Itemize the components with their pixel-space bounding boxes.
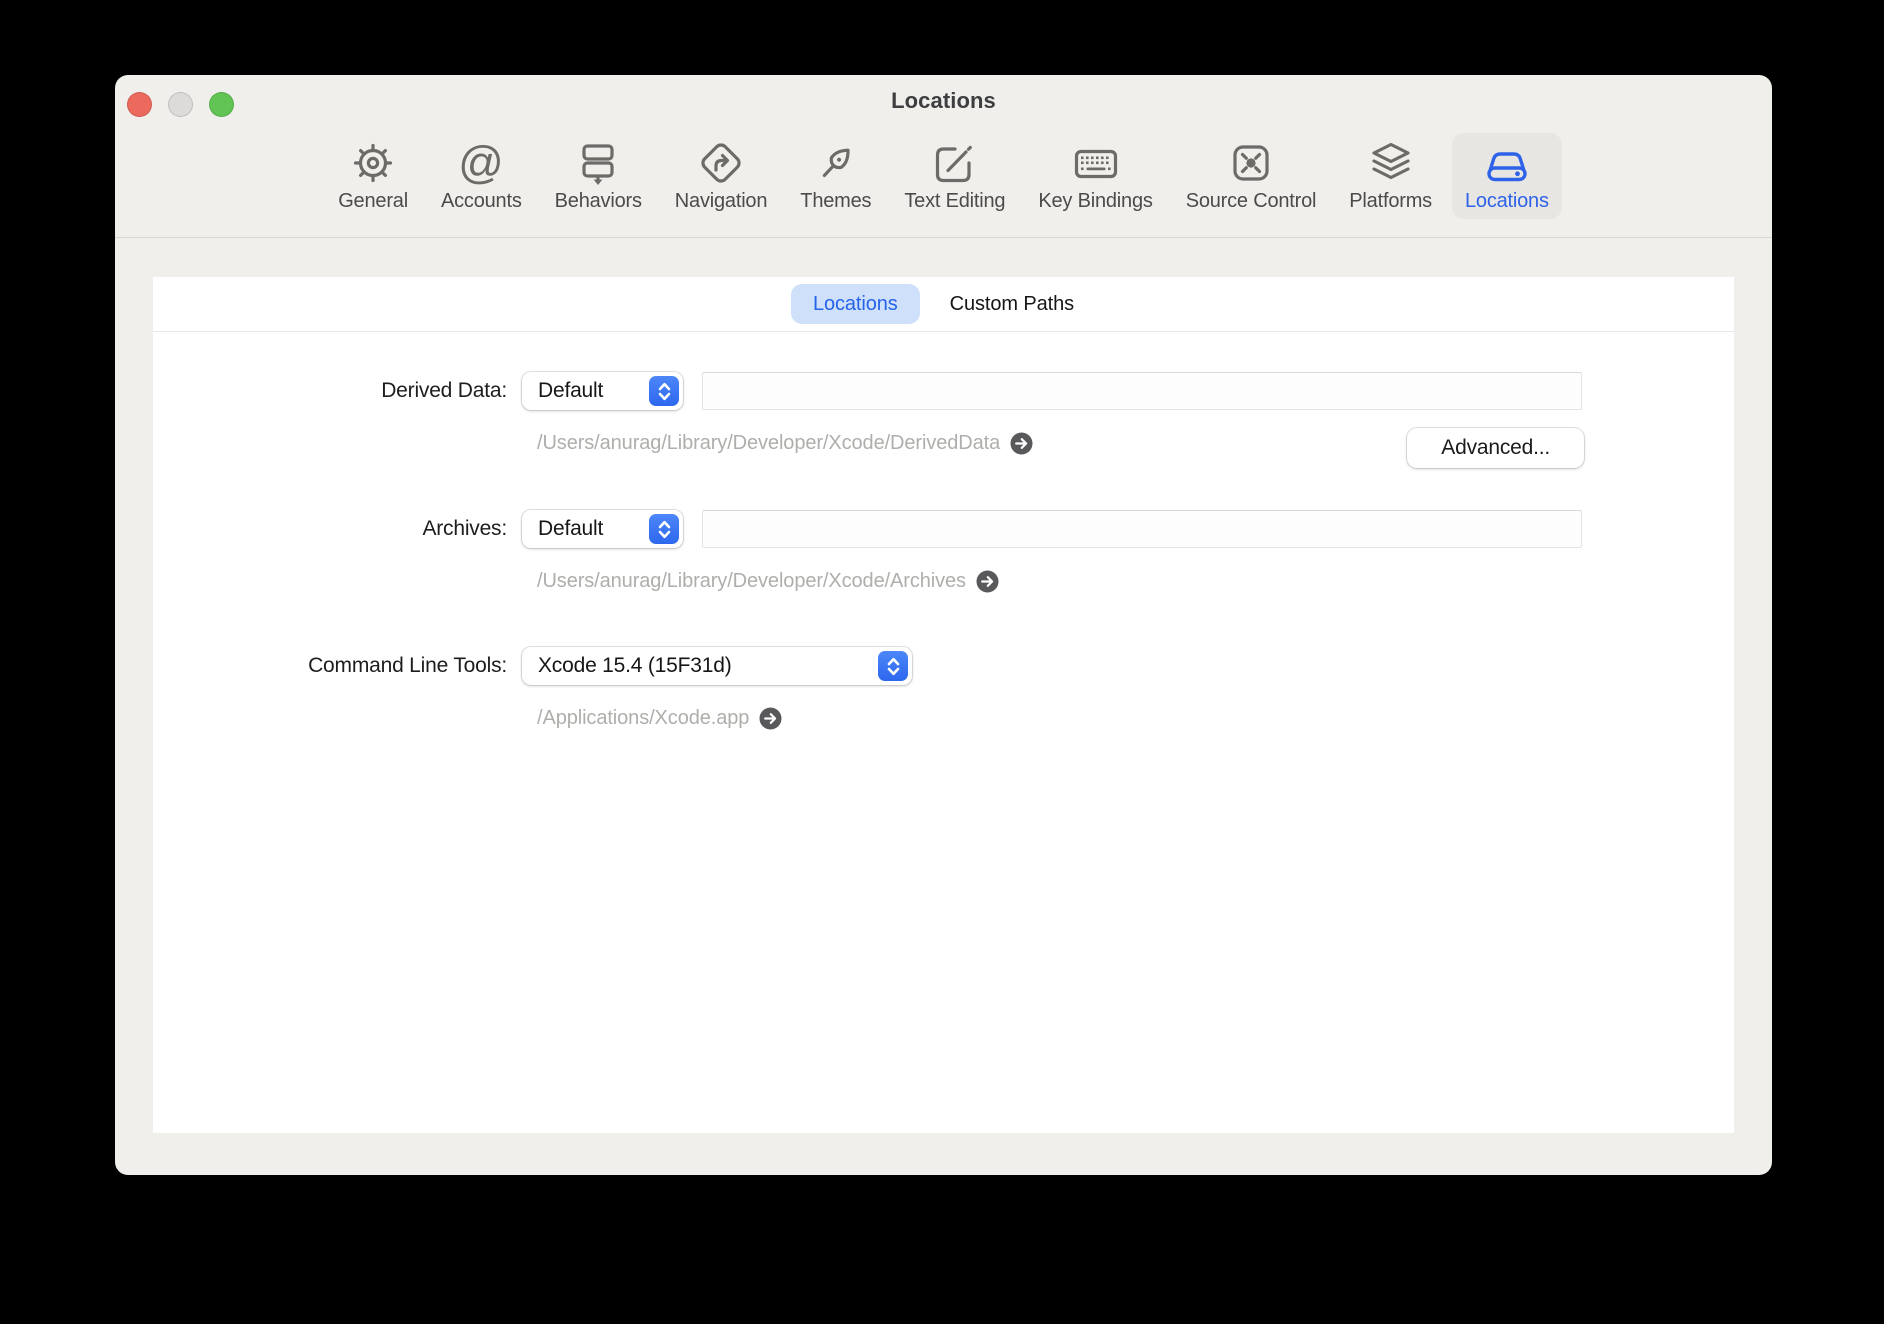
tab-label: Themes: [800, 189, 871, 213]
tab-label: General: [338, 189, 408, 213]
internal-drive-icon: [1483, 139, 1531, 187]
stacked-boxes-arrow-icon: [574, 139, 622, 187]
archives-popup[interactable]: Default: [522, 510, 683, 548]
tab-label: Text Editing: [904, 189, 1005, 213]
tab-label: Accounts: [441, 189, 522, 213]
segment-custom-paths[interactable]: Custom Paths: [928, 284, 1096, 324]
tab-accounts[interactable]: @ Accounts: [428, 133, 535, 219]
tab-label: Navigation: [675, 189, 768, 213]
archives-controls: Default: [522, 510, 1582, 548]
derived-data-label: Derived Data:: [153, 379, 507, 403]
archives-path-row: /Users/anurag/Library/Developer/Xcode/Ar…: [537, 568, 1734, 594]
derived-data-path: /Users/anurag/Library/Developer/Xcode/De…: [537, 432, 1000, 455]
command-line-tools-label: Command Line Tools:: [153, 654, 507, 678]
popup-value: Default: [538, 379, 615, 403]
source-control-icon: [1227, 139, 1275, 187]
command-line-tools-path-row: /Applications/Xcode.app: [537, 705, 1734, 731]
tab-key-bindings[interactable]: Key Bindings: [1025, 133, 1165, 219]
tab-label: Key Bindings: [1038, 189, 1152, 213]
derived-data-row: Derived Data: Default: [153, 372, 1734, 410]
archives-path: /Users/anurag/Library/Developer/Xcode/Ar…: [537, 570, 966, 593]
derived-data-controls: Default: [522, 372, 1582, 410]
advanced-button[interactable]: Advanced...: [1407, 428, 1584, 468]
popup-value: Default: [538, 517, 615, 541]
archives-field[interactable]: [702, 510, 1582, 548]
chevron-up-down-icon: [878, 651, 908, 681]
locations-panel: Locations Custom Paths Derived Data: Def…: [153, 277, 1734, 1133]
tab-label: Behaviors: [555, 189, 642, 213]
command-line-tools-section: Command Line Tools: Xcode 15.4 (15F31d) …: [153, 647, 1734, 731]
window-title: Locations: [115, 88, 1772, 114]
archives-row: Archives: Default: [153, 510, 1734, 548]
at-sign-icon: @: [457, 139, 505, 187]
turn-right-diamond-icon: [697, 139, 745, 187]
tab-themes[interactable]: Themes: [787, 133, 884, 219]
go-to-path-arrow-icon[interactable]: [976, 570, 999, 593]
archives-label: Archives:: [153, 517, 507, 541]
layers-stack-icon: [1367, 139, 1415, 187]
chevron-up-down-icon: [649, 514, 679, 544]
gear-icon: [349, 139, 397, 187]
command-line-tools-row: Command Line Tools: Xcode 15.4 (15F31d): [153, 647, 1734, 685]
chevron-up-down-icon: [649, 376, 679, 406]
tab-source-control[interactable]: Source Control: [1173, 133, 1330, 219]
svg-text:@: @: [458, 139, 504, 187]
command-line-tools-path: /Applications/Xcode.app: [537, 707, 749, 730]
square-pencil-icon: [931, 139, 979, 187]
derived-data-popup[interactable]: Default: [522, 372, 683, 410]
tab-label: Platforms: [1349, 189, 1432, 213]
tab-navigation[interactable]: Navigation: [662, 133, 781, 219]
go-to-path-arrow-icon[interactable]: [759, 707, 782, 730]
go-to-path-arrow-icon[interactable]: [1010, 432, 1033, 455]
tab-platforms[interactable]: Platforms: [1336, 133, 1445, 219]
settings-window: Locations General @ Accounts: [115, 75, 1772, 1175]
paintbrush-icon: [812, 139, 860, 187]
archives-section: Archives: Default /Users/a: [153, 510, 1734, 594]
tab-behaviors[interactable]: Behaviors: [542, 133, 655, 219]
tab-label: Source Control: [1186, 189, 1317, 213]
segmented-control: Locations Custom Paths: [153, 277, 1734, 332]
command-line-tools-controls: Xcode 15.4 (15F31d): [522, 647, 1582, 685]
tab-text-editing[interactable]: Text Editing: [891, 133, 1018, 219]
content-area: Locations Custom Paths Derived Data: Def…: [115, 238, 1772, 1133]
popup-value: Xcode 15.4 (15F31d): [538, 654, 744, 678]
tab-label: Locations: [1465, 189, 1549, 213]
titlebar: Locations: [115, 75, 1772, 121]
command-line-tools-popup[interactable]: Xcode 15.4 (15F31d): [522, 647, 912, 685]
preferences-toolbar: General @ Accounts Behaviors Navigat: [115, 121, 1772, 238]
segment-locations[interactable]: Locations: [791, 284, 920, 324]
tab-locations[interactable]: Locations: [1452, 133, 1562, 219]
keyboard-icon: [1072, 139, 1120, 187]
locations-form: Derived Data: Default /Use: [153, 332, 1734, 731]
tab-general[interactable]: General: [325, 133, 421, 219]
derived-data-field[interactable]: [702, 372, 1582, 410]
